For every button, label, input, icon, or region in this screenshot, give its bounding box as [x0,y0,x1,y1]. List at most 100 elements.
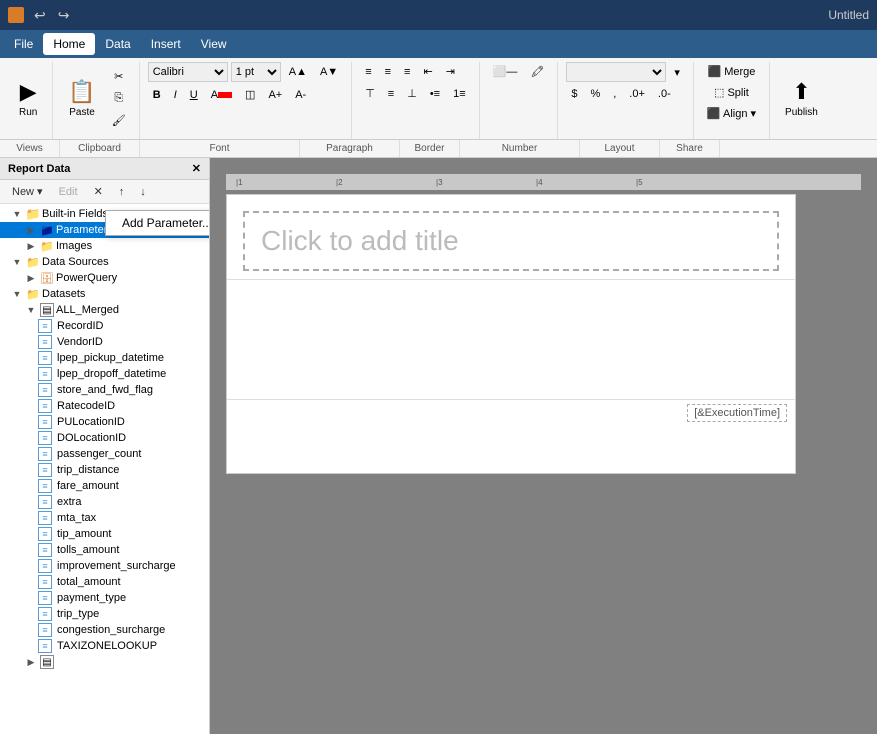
expand-datasources[interactable]: ▼ [10,255,24,269]
border-color-button[interactable]: 🖍 [525,62,549,81]
tree-item-all-merged[interactable]: ▼ ▤ ALL_Merged [0,302,209,318]
bold-button[interactable]: B [148,86,166,104]
expand-all-merged[interactable]: ▼ [24,303,38,317]
align-button[interactable]: ⬛ Align ▾ [702,104,761,123]
border-style-button[interactable]: ⬜— [488,62,523,81]
valign-top-button[interactable]: ⊤ [360,84,380,103]
expand-taxizonelookup[interactable]: ▶ [24,655,38,669]
align-left-button[interactable]: ≡ [360,63,376,81]
format-painter-button[interactable]: 🖌 [107,111,131,130]
tree-item-vendorid[interactable]: ≡ VendorID [0,334,209,350]
tree-item-passenger-count[interactable]: ≡ passenger_count [0,446,209,462]
report-title-area[interactable]: Click to add title [243,211,779,271]
copy-button[interactable]: ⎘ [107,89,131,108]
tree-item-mta-tax[interactable]: ≡ mta_tax [0,510,209,526]
number-format-select[interactable] [566,62,666,82]
tree-item-congestion[interactable]: ≡ congestion_surcharge [0,622,209,638]
tree-item-extra[interactable]: ≡ extra [0,494,209,510]
tree-label-passenger-count: passenger_count [57,448,141,460]
menu-file[interactable]: File [4,33,43,55]
tree-fields-container: ≡ RecordID ≡ VendorID ≡ lpep_pickup_date… [0,318,209,654]
sidebar-tree: ▼ 📁 Built-in Fields ▶ 📁 Parameters ▶ 📁 I… [0,204,209,734]
tree-item-tolls-amount[interactable]: ≡ tolls_amount [0,542,209,558]
expand-images[interactable]: ▶ [24,239,38,253]
field-icon-store-fwd: ≡ [38,383,52,397]
align-right-button[interactable]: ≡ [399,63,415,81]
paste-button[interactable]: 📋 Paste [61,74,102,123]
tree-item-recordid[interactable]: ≡ RecordID [0,318,209,334]
tree-label-recordid: RecordID [57,320,103,332]
move-down-button[interactable]: ↓ [134,184,152,200]
font-larger-button[interactable]: A+ [263,86,287,104]
tree-item-ratecodeid[interactable]: ≡ RatecodeID [0,398,209,414]
tree-item-payment-type[interactable]: ≡ payment_type [0,590,209,606]
menu-data[interactable]: Data [95,33,140,55]
menu-home[interactable]: Home [43,33,95,55]
dec-decimal-button[interactable]: .0- [653,85,676,103]
clipboard-small-btns: ✂ ⎘ 🖌 [107,67,131,130]
tree-item-pulocationid[interactable]: ≡ PULocationID [0,414,209,430]
undo-button[interactable]: ↩ [30,7,50,24]
new-button[interactable]: New ▾ [6,183,49,200]
percent-button[interactable]: % [585,85,605,103]
tree-item-store-fwd[interactable]: ≡ store_and_fwd_flag [0,382,209,398]
underline-button[interactable]: U [185,86,203,104]
delete-item-button[interactable]: ✕ [88,183,109,200]
move-up-button[interactable]: ↑ [113,184,131,200]
comma-button[interactable]: , [608,85,621,103]
tree-item-lpep-pickup[interactable]: ≡ lpep_pickup_datetime [0,350,209,366]
currency-button[interactable]: $ [566,85,582,103]
valign-mid-button[interactable]: ≡ [383,85,399,103]
tree-item-trip-type[interactable]: ≡ trip_type [0,606,209,622]
list-number-button[interactable]: 1≡ [448,85,471,103]
split-button[interactable]: ⬚ Split [702,83,761,102]
tree-item-powerquery[interactable]: ▶ 🗄 PowerQuery [0,270,209,286]
run-button[interactable]: ▶ Run [12,74,44,123]
italic-button[interactable]: I [169,86,182,104]
decrease-font-button[interactable]: A▼ [315,63,343,81]
tree-item-datasources[interactable]: ▼ 📁 Data Sources [0,254,209,270]
field-icon-dolocationid: ≡ [38,431,52,445]
expand-datasets[interactable]: ▼ [10,287,24,301]
close-sidebar-button[interactable]: ✕ [192,162,201,175]
tree-item-improvement[interactable]: ≡ improvement_surcharge [0,558,209,574]
tree-item-fare-amount[interactable]: ≡ fare_amount [0,478,209,494]
valign-bot-button[interactable]: ⊥ [402,84,422,103]
number-expand-button[interactable]: ▾ [669,63,685,82]
tree-item-datasets[interactable]: ▼ 📁 Datasets [0,286,209,302]
tree-item-taxizonelookup[interactable]: ▶ ▤ [0,654,209,670]
tree-item-trip-distance[interactable]: ≡ trip_distance [0,462,209,478]
expand-parameters[interactable]: ▶ [24,223,38,237]
cut-button[interactable]: ✂ [107,67,131,86]
tree-label-vendorid: VendorID [57,336,103,348]
merge-button[interactable]: ⬛ Merge [702,62,761,81]
ruler-mark-5: |5 [636,178,643,187]
font-color-button[interactable]: A [206,86,237,104]
context-menu-add-parameter[interactable]: Add Parameter... [106,211,210,235]
tree-item-dolocationid[interactable]: ≡ DOLocationID [0,430,209,446]
list-bullet-button[interactable]: •≡ [425,85,445,103]
font-smaller-button[interactable]: A- [290,86,311,104]
highlight-button[interactable]: ◫ [240,85,260,104]
tree-item-lpep-dropoff[interactable]: ≡ lpep_dropoff_datetime [0,366,209,382]
indent-button[interactable]: ⇥ [441,62,460,81]
align-center-button[interactable]: ≡ [380,63,396,81]
tree-item-tip-amount[interactable]: ≡ tip_amount [0,526,209,542]
menu-insert[interactable]: Insert [141,33,191,55]
publish-button[interactable]: ⬆ Publish [778,74,825,123]
expand-built-in[interactable]: ▼ [10,207,24,221]
font-size-select[interactable]: 1 pt [231,62,281,82]
expand-powerquery[interactable]: ▶ [24,271,38,285]
ribbon-group-border: ⬜— 🖍 [480,62,559,139]
field-icon-mta-tax: ≡ [38,511,52,525]
outdent-button[interactable]: ⇤ [418,62,437,81]
menu-view[interactable]: View [191,33,237,55]
tree-item-taxizonelookup[interactable]: ≡ TAXIZONELOOKUP [0,638,209,654]
font-family-select[interactable]: Calibri [148,62,228,82]
edit-button[interactable]: Edit [53,184,84,200]
inc-decimal-button[interactable]: .0+ [624,85,650,103]
tree-item-images[interactable]: ▶ 📁 Images [0,238,209,254]
redo-button[interactable]: ↪ [54,7,74,24]
tree-item-total-amount[interactable]: ≡ total_amount [0,574,209,590]
increase-font-button[interactable]: A▲ [284,63,312,81]
